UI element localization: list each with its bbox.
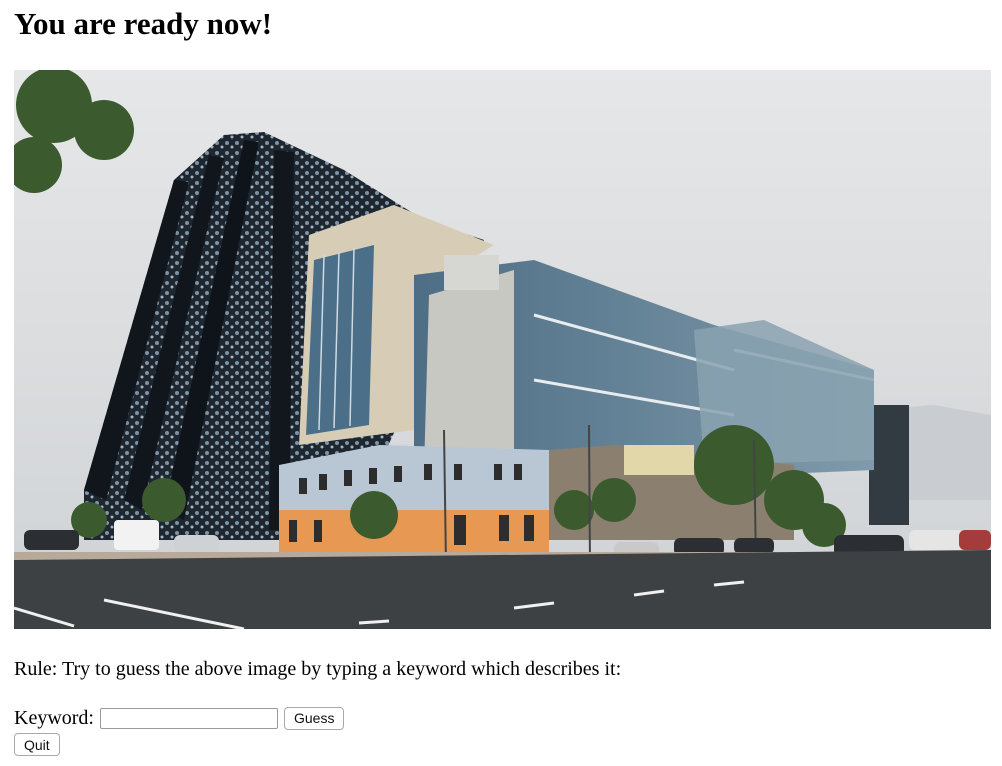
keyword-row: Keyword: Guess xyxy=(14,704,345,732)
page: You are ready now! Rule: Try to guess th… xyxy=(0,0,1002,766)
puzzle-image xyxy=(14,70,991,629)
page-title: You are ready now! xyxy=(14,6,273,41)
quit-button[interactable]: Quit xyxy=(14,733,60,756)
guess-button[interactable]: Guess xyxy=(283,706,345,730)
keyword-input[interactable] xyxy=(99,707,278,729)
keyword-label: Keyword: xyxy=(14,706,94,729)
rule-text: Rule: Try to guess the above image by ty… xyxy=(14,658,622,680)
